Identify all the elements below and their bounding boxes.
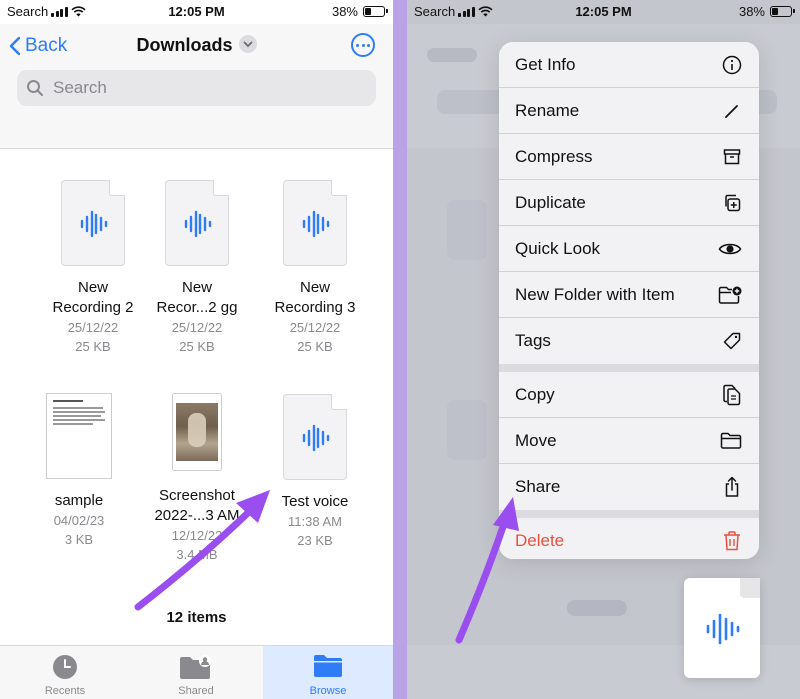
annotation-arrow [455, 497, 519, 644]
annotation-arrow [134, 490, 270, 611]
context-menu-screen: Search 12:05 PM 38% Get Info Rename Comp… [407, 0, 800, 699]
files-browser-screen: Search 12:05 PM 38% Back Downloads NewRe… [0, 0, 393, 699]
